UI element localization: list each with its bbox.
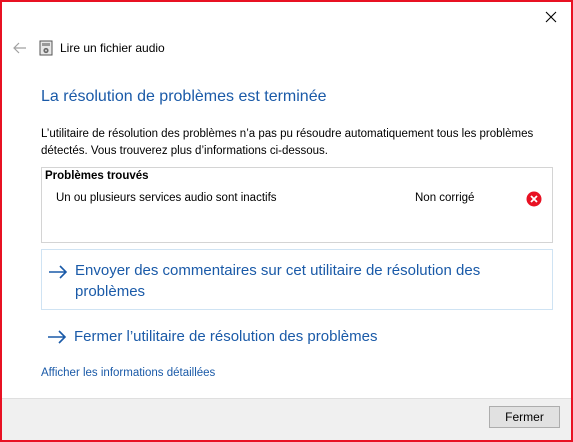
title-bar: Lire un fichier audio <box>10 38 165 58</box>
error-circle-icon <box>526 191 542 207</box>
close-button[interactable]: Fermer <box>489 406 560 428</box>
close-troubleshooter-label: Fermer l’utilitaire de résolution des pr… <box>74 328 378 345</box>
arrow-right-icon <box>49 265 68 279</box>
arrow-left-icon <box>13 42 26 54</box>
back-button[interactable] <box>10 38 30 58</box>
view-details-link[interactable]: Afficher les informations détaillées <box>41 367 215 379</box>
problems-found-title: Problèmes trouvés <box>45 170 149 182</box>
window-title: Lire un fichier audio <box>60 41 165 55</box>
problem-row: Un ou plusieurs services audio sont inac… <box>42 191 552 209</box>
result-description: L’utilitaire de résolution des problèmes… <box>41 128 534 157</box>
troubleshooter-window: Lire un fichier audio La résolution de p… <box>0 0 573 442</box>
close-troubleshooter-link[interactable]: Fermer l’utilitaire de résolution des pr… <box>41 324 553 350</box>
send-feedback-link[interactable]: Envoyer des commentaires sur cet utilita… <box>41 249 553 310</box>
close-icon <box>545 11 557 23</box>
problem-status: Non corrigé <box>415 192 475 204</box>
problems-found-panel: Problèmes trouvés Un ou plusieurs servic… <box>41 167 553 243</box>
arrow-right-icon <box>48 330 67 344</box>
speaker-icon <box>39 40 53 56</box>
page-title: La résolution de problèmes est terminée <box>41 88 327 105</box>
window-close-button[interactable] <box>537 6 565 28</box>
footer-bar: Fermer <box>2 398 571 440</box>
send-feedback-label: Envoyer des commentaires sur cet utilita… <box>75 262 481 300</box>
problem-description: Un ou plusieurs services audio sont inac… <box>56 192 277 204</box>
